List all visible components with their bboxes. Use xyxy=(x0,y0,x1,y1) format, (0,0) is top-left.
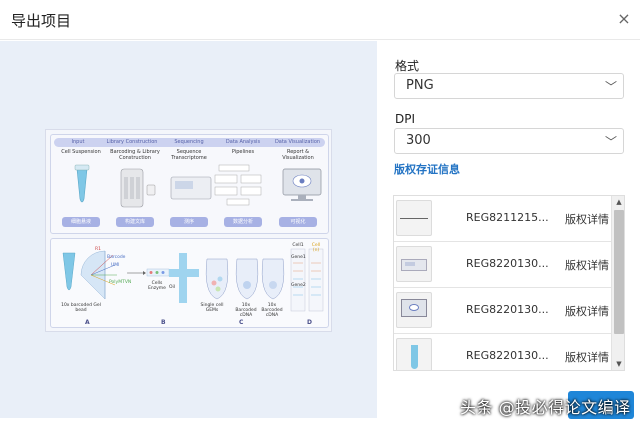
preview-image: Input Library Construction Sequencing Da… xyxy=(45,129,332,332)
list-item[interactable]: REG8220130... 版权详情 xyxy=(394,242,611,288)
figure-label: Oil xyxy=(169,285,176,290)
format-select[interactable]: PNG ﹀ xyxy=(394,73,624,99)
figure-label: Gene2 xyxy=(291,283,306,288)
dpi-label: DPI xyxy=(395,112,416,126)
figure-label: Gene1 xyxy=(291,255,306,260)
figure-stage-label: Input xyxy=(71,139,85,145)
thumbnail xyxy=(396,338,432,370)
chevron-down-icon: ﹀ xyxy=(604,135,617,149)
copyright-detail-link[interactable]: 版权详情 xyxy=(565,349,609,365)
dpi-select[interactable]: 300 ﹀ xyxy=(394,128,624,154)
figure-label: Single cell GEMs xyxy=(200,303,224,313)
figure-workflow-illustrations xyxy=(74,164,322,208)
figure-label: PolyMTVN xyxy=(109,280,132,285)
thumbnail xyxy=(396,246,432,282)
list-item[interactable]: REG8220130... 版权详情 xyxy=(394,288,611,334)
copyright-detail-link[interactable]: 版权详情 xyxy=(565,211,609,227)
list-item[interactable]: REG8211215... 版权详情 xyxy=(394,196,611,242)
watermark: 头条 @投必得论文编译 xyxy=(460,398,631,417)
scroll-down-icon[interactable]: ▼ xyxy=(612,360,624,368)
registration-id: REG8211215... xyxy=(466,211,549,224)
list-scrollbar[interactable]: ▲ ▼ xyxy=(611,196,624,370)
format-label: 格式 xyxy=(395,59,420,73)
scroll-up-icon[interactable]: ▲ xyxy=(612,198,624,206)
list-item[interactable]: REG8220130... 版权详情 xyxy=(394,334,611,370)
chevron-down-icon: ﹀ xyxy=(604,80,617,94)
scrollbar-thumb[interactable] xyxy=(614,210,624,334)
figure-stage-label: Data Analysis xyxy=(225,139,261,145)
figure-step-badge: 数据分析 xyxy=(224,217,262,227)
copyright-detail-link[interactable]: 版权详情 xyxy=(565,303,609,319)
figure-detail-panel: R1 Barcode UMI PolyMTVN 10x barcoded Gel… xyxy=(50,238,329,328)
dialog-titlebar: 导出项目 × xyxy=(0,0,640,40)
figure-step-badge: 细胞悬液 xyxy=(62,217,100,227)
copyright-list: REG8211215... 版权详情 REG8220130... 版权详情 RE… xyxy=(393,195,625,371)
figure-label: Cell (n) xyxy=(311,243,321,253)
figure-label: UMI xyxy=(111,263,120,268)
figure-stage-bar: Input Library Construction Sequencing Da… xyxy=(54,138,325,147)
figure-panel-letter: D xyxy=(307,319,312,326)
figure-label: Cells Enzyme xyxy=(148,281,166,291)
format-select-value: PNG xyxy=(406,78,434,93)
figure-label: Barcode xyxy=(107,255,126,260)
figure-label: Cell1 xyxy=(292,243,304,248)
dpi-select-value: 300 xyxy=(406,133,431,148)
figure-stage-label: Library Construction xyxy=(106,139,158,145)
thumbnail xyxy=(396,292,432,328)
registration-id: REG8220130... xyxy=(466,303,549,316)
figure-label: R1 xyxy=(95,247,101,252)
figure-column-title: Pipelines xyxy=(231,149,255,155)
figure-step-badge: 可视化 xyxy=(279,217,317,227)
figure-panel-letter: C xyxy=(239,319,244,326)
registration-id: REG8220130... xyxy=(466,257,549,270)
registration-id: REG8220130... xyxy=(466,349,549,362)
figure-panel-letter: A xyxy=(85,319,90,326)
figure-stage-label: Sequencing xyxy=(174,139,204,145)
figure-detail-illustrations xyxy=(62,248,324,312)
copyright-info-link[interactable]: 版权存证信息 xyxy=(394,161,460,177)
figure-step-badge: 测序 xyxy=(170,217,208,227)
thumbnail xyxy=(396,200,432,236)
close-icon[interactable]: × xyxy=(614,9,634,29)
figure-panel-letter: B xyxy=(161,319,166,326)
figure-label: 10x Barcoded cDNA xyxy=(261,303,283,318)
copyright-detail-link[interactable]: 版权详情 xyxy=(565,257,609,273)
figure-step-badge: 构建文库 xyxy=(116,217,154,227)
dialog-title: 导出项目 xyxy=(11,12,72,30)
figure-column-title: Cell Suspension xyxy=(61,149,101,155)
figure-workflow-panel: Input Library Construction Sequencing Da… xyxy=(50,134,329,234)
figure-label: 10x barcoded Gel bead xyxy=(61,303,101,313)
figure-stage-label: Data Visualization xyxy=(274,139,321,145)
